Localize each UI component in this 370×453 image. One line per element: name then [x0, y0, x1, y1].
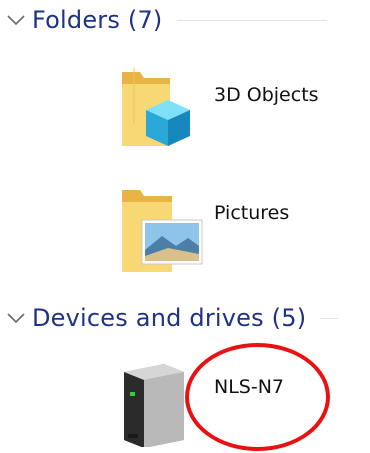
group-header-devices[interactable]: Devices and drives (5) — [6, 304, 370, 332]
3d-objects-folder-icon — [122, 68, 190, 146]
file-explorer-view: Folders (7) 3D Objects Pictures Devices … — [0, 0, 370, 453]
chevron-down-icon — [7, 15, 25, 26]
folder-item-3d-objects[interactable]: 3D Objects — [118, 62, 348, 152]
group-header-folders[interactable]: Folders (7) — [6, 6, 366, 34]
device-item-label: NLS-N7 — [214, 376, 285, 398]
group-divider — [320, 317, 339, 319]
chevron-down-icon — [7, 313, 25, 324]
pictures-folder-icon — [122, 190, 203, 272]
group-title-devices: Devices and drives (5) — [32, 304, 307, 332]
device-item-nls-n7[interactable]: NLS-N7 — [118, 362, 338, 453]
network-drive-icon — [124, 364, 184, 447]
folder-item-label: Pictures — [214, 202, 290, 224]
folder-item-label: 3D Objects — [214, 84, 319, 106]
group-divider — [176, 19, 327, 21]
folder-item-pictures[interactable]: Pictures — [118, 180, 348, 275]
group-title-folders: Folders (7) — [32, 6, 163, 34]
